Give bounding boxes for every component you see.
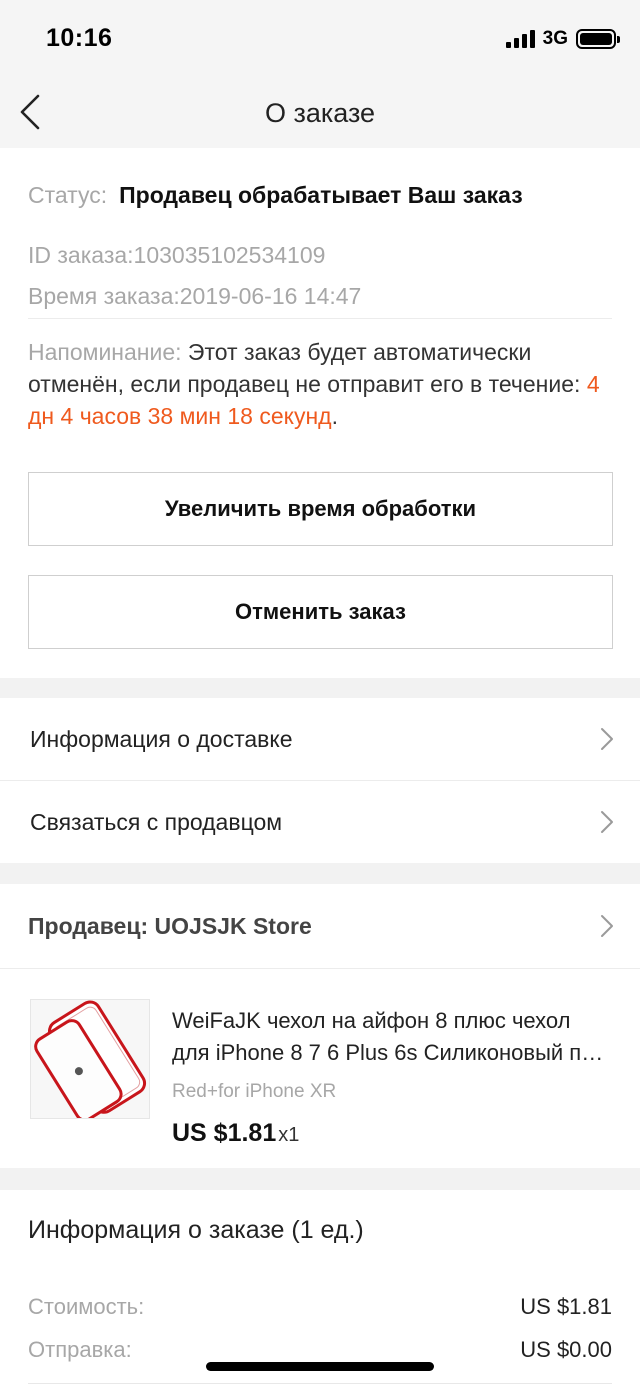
status-value: Продавец обрабатывает Ваш заказ: [119, 182, 523, 208]
status-indicators: 3G: [505, 27, 620, 51]
cost-label: Стоимость:: [28, 1294, 145, 1319]
reminder-end: .: [331, 403, 338, 429]
delivery-info-label: Информация о доставке: [30, 725, 293, 752]
signal-icon: [505, 30, 535, 48]
order-id: ID заказа:103035102534109: [28, 242, 326, 268]
product-price-block: US $1.81 x1: [172, 1119, 299, 1148]
delivery-info-row[interactable]: Информация о доставке: [0, 698, 640, 780]
divider: [28, 318, 612, 319]
product-image[interactable]: [30, 999, 150, 1119]
home-indicator[interactable]: [206, 1362, 434, 1371]
section-gap: [0, 863, 640, 884]
status-label: Статус:: [28, 182, 108, 208]
chevron-right-icon: [596, 915, 618, 937]
seller-row[interactable]: Продавец: UOJSJK Store: [0, 884, 640, 968]
section-gap: [0, 1168, 640, 1190]
reminder-label: Напоминание:: [28, 339, 182, 365]
product-quantity: x1: [278, 1124, 300, 1146]
status-bar: 10:16 3G: [0, 0, 640, 78]
shipping-value: US $0.00: [520, 1337, 612, 1362]
divider: [28, 1383, 612, 1384]
contact-seller-row[interactable]: Связаться с продавцом: [0, 781, 640, 863]
order-time: Время заказа:2019-06-16 14:47: [28, 283, 362, 309]
product-title[interactable]: WeiFaJK чехол на айфон 8 плюс чехол для …: [172, 1005, 610, 1069]
section-gap: [0, 678, 640, 698]
shipping-label: Отправка:: [28, 1337, 132, 1362]
product-variant: Red+for iPhone XR: [172, 1081, 337, 1102]
status-line: Статус: Продавец обрабатывает Ваш заказ: [28, 182, 523, 209]
cost-value: US $1.81: [520, 1294, 612, 1319]
product-title-line1: WeiFaJK чехол на айфон 8 плюс чехол: [172, 1008, 571, 1033]
shipping-row: Отправка: US $0.00: [28, 1337, 612, 1363]
extend-processing-time-button[interactable]: Увеличить время обработки: [28, 472, 613, 546]
cancel-order-button[interactable]: Отменить заказ: [28, 575, 613, 649]
order-info-title: Информация о заказе (1 ед.): [28, 1216, 364, 1244]
chevron-right-icon: [596, 728, 618, 750]
seller-label: Продавец: UOJSJK Store: [28, 912, 312, 939]
chevron-right-icon: [596, 811, 618, 833]
battery-icon: [576, 29, 620, 49]
order-info-section: Информация о заказе (1 ед.) Стоимость: U…: [0, 1190, 640, 1386]
product-price: US $1.81: [172, 1119, 277, 1147]
product-item[interactable]: WeiFaJK чехол на айфон 8 плюс чехол для …: [0, 969, 640, 1168]
contact-seller-label: Связаться с продавцом: [30, 808, 283, 835]
nav-bar: О заказе: [0, 78, 640, 148]
reminder: Напоминание: Этот заказ будет автоматиче…: [28, 336, 610, 432]
cost-row: Стоимость: US $1.81: [28, 1294, 612, 1320]
order-status-section: Статус: Продавец обрабатывает Ваш заказ …: [0, 148, 640, 678]
product-title-line2: для iPhone 8 7 6 Plus 6s Силиконовый про…: [172, 1040, 610, 1065]
status-time: 10:16: [46, 24, 113, 52]
network-type: 3G: [542, 28, 568, 49]
page-title: О заказе: [264, 98, 376, 128]
